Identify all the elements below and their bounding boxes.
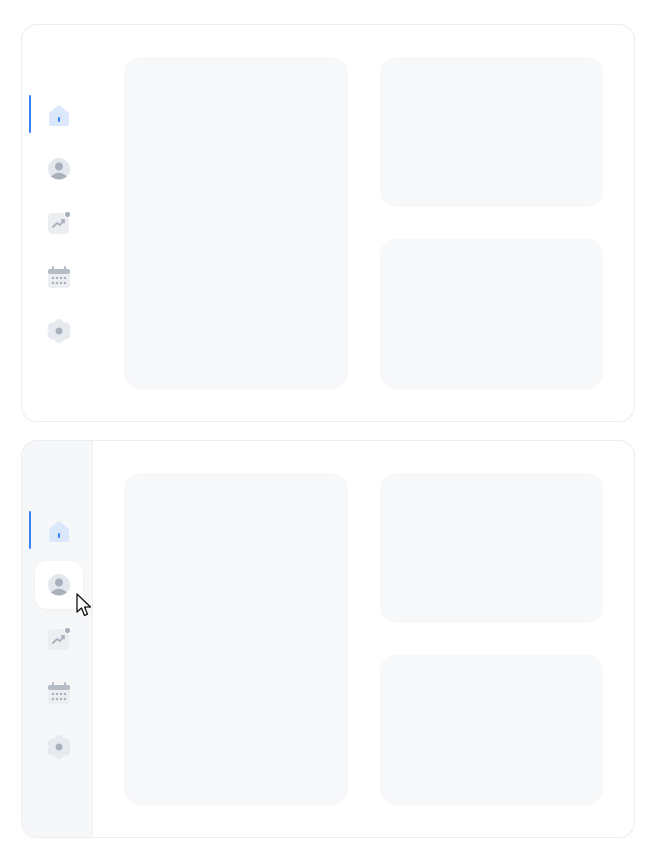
mouse-cursor-icon [76, 593, 92, 617]
sidebar-item-home[interactable] [35, 507, 83, 555]
dashboard-panel-default [21, 24, 635, 422]
sidebar-item-analytics[interactable] [35, 199, 83, 247]
content-card-top-right [380, 473, 603, 623]
content-card-bottom-right [380, 239, 603, 389]
calendar-icon [48, 266, 70, 288]
sidebar [22, 441, 93, 837]
sidebar-item-profile[interactable] [35, 145, 83, 193]
content-card-large [124, 473, 348, 805]
user-icon [48, 158, 70, 180]
sidebar-item-analytics[interactable] [35, 615, 83, 663]
notification-dot [64, 627, 71, 634]
dashboard-panel-hover [21, 440, 635, 838]
sidebar-item-calendar[interactable] [35, 253, 83, 301]
trending-chart-icon [48, 211, 71, 234]
active-indicator [29, 511, 31, 549]
home-icon [49, 521, 69, 542]
home-icon [49, 105, 69, 126]
flower-settings-icon [47, 735, 71, 759]
user-icon [48, 574, 70, 596]
flower-settings-icon [47, 319, 71, 343]
sidebar-item-home[interactable] [35, 91, 83, 139]
sidebar [22, 25, 92, 421]
content-card-top-right [380, 57, 603, 207]
sidebar-item-settings[interactable] [35, 723, 83, 771]
sidebar-item-calendar[interactable] [35, 669, 83, 717]
content-card-large [124, 57, 348, 389]
calendar-icon [48, 682, 70, 704]
content-card-bottom-right [380, 655, 603, 805]
trending-chart-icon [48, 627, 71, 650]
active-indicator [29, 95, 31, 133]
sidebar-item-settings[interactable] [35, 307, 83, 355]
notification-dot [64, 211, 71, 218]
